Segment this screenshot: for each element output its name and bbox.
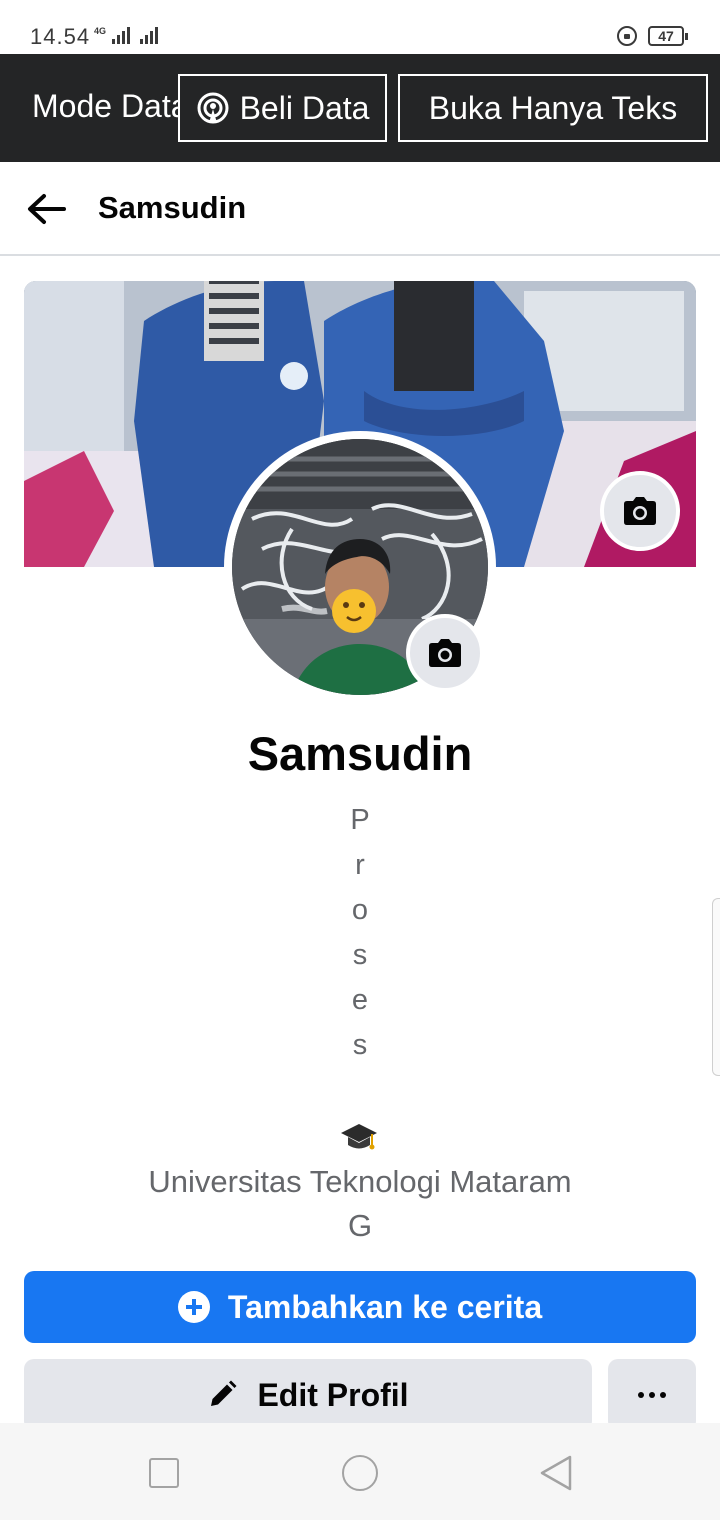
- status-bar: 14.54 4G 47: [0, 0, 720, 54]
- ellipsis-dot: [660, 1392, 666, 1398]
- system-nav-bar: [0, 1423, 720, 1520]
- bio-letter: P: [350, 804, 370, 836]
- home-button[interactable]: [342, 1455, 378, 1491]
- battery-level: 47: [658, 28, 674, 44]
- cover-camera-button[interactable]: [600, 471, 680, 551]
- buy-data-label: Beli Data: [239, 89, 370, 126]
- text-only-label: Buka Hanya Teks: [428, 89, 678, 126]
- bio-letter: o: [351, 894, 369, 926]
- signal-icon: [140, 26, 158, 44]
- add-to-story-button[interactable]: Tambahkan ke cerita: [24, 1271, 696, 1343]
- status-time: 14.54: [30, 24, 91, 49]
- bio-letter: e: [351, 984, 369, 1016]
- recents-button[interactable]: [149, 1458, 179, 1488]
- edit-profile-label: Edit Profil: [257, 1376, 409, 1413]
- data-mode-banner: Mode Data Beli Data Buka Hanya Teks: [0, 54, 720, 162]
- pencil-icon: [211, 1380, 237, 1406]
- data-mode-label: Mode Data: [32, 88, 178, 124]
- education-extra: G: [347, 1208, 373, 1243]
- profile-header: Samsudin: [0, 162, 720, 256]
- rotation-lock-icon: [617, 26, 637, 46]
- profile-picture-camera-button[interactable]: [406, 614, 484, 692]
- battery-icon: 47: [648, 26, 688, 46]
- ellipsis-icon: [638, 1392, 644, 1398]
- bio-letter: r: [355, 849, 365, 881]
- arrow-left-icon: [28, 194, 66, 224]
- ellipsis-dot: [649, 1392, 655, 1398]
- nav-back-button[interactable]: [538, 1453, 574, 1493]
- education-school: Universitas Teknologi Mataram: [148, 1164, 572, 1199]
- scrollbar[interactable]: [712, 898, 720, 1076]
- bio-letter: s: [352, 939, 368, 971]
- add-to-story-label: Tambahkan ke cerita: [227, 1288, 543, 1325]
- broadcast-icon: [197, 92, 229, 124]
- education-info: Universitas Teknologi Mataram G: [0, 1160, 720, 1248]
- page-title: Samsudin: [98, 190, 247, 225]
- profile-name: Samsudin: [247, 727, 473, 780]
- back-button[interactable]: [24, 186, 70, 232]
- camera-icon: [429, 639, 461, 667]
- network-type: 4G: [94, 26, 107, 36]
- profile-bio: P r o s e s: [0, 800, 720, 1070]
- plus-circle-icon: [177, 1291, 210, 1323]
- graduation-cap-icon: [341, 1124, 377, 1150]
- camera-icon: [624, 497, 656, 525]
- signal-icon: [112, 26, 130, 44]
- bio-letter: s: [352, 1029, 368, 1061]
- buy-data-button[interactable]: Beli Data: [178, 74, 387, 142]
- edit-profile-button[interactable]: Edit Profil: [24, 1359, 592, 1431]
- more-options-button[interactable]: [608, 1359, 696, 1431]
- text-only-button[interactable]: Buka Hanya Teks: [398, 74, 708, 142]
